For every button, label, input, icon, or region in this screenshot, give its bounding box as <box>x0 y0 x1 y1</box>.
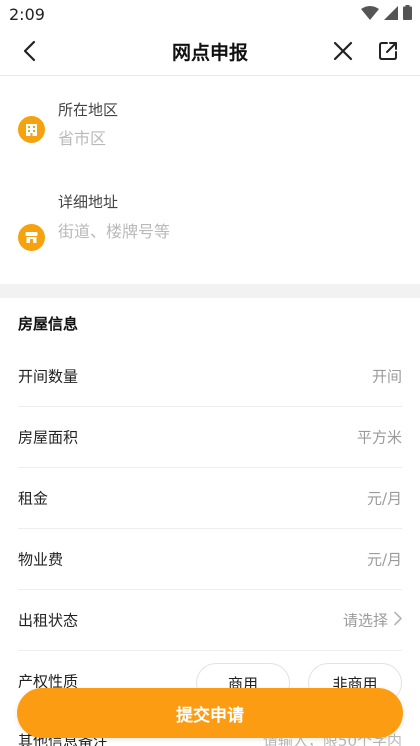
rent-label: 租金 <box>18 489 49 508</box>
wifi-icon <box>361 5 379 24</box>
section-divider <box>0 284 420 298</box>
rent-input[interactable]: 元/月 <box>367 488 402 509</box>
back-button[interactable] <box>14 38 44 68</box>
chevron-right-icon <box>394 611 402 629</box>
region-label: 所在地区 <box>58 101 119 119</box>
rent-row[interactable]: 租金 元/月 <box>18 468 402 529</box>
region-input[interactable]: 省市区 <box>58 125 388 149</box>
area-row[interactable]: 房屋面积 平方米 <box>18 407 402 468</box>
detail-address-row[interactable]: 详细地址 街道、楼牌号等 <box>0 191 420 271</box>
signal-icon <box>384 5 398 24</box>
room-count-label: 开间数量 <box>18 367 79 386</box>
back-arrow-icon <box>22 40 36 66</box>
detail-address-label: 详细地址 <box>58 193 119 211</box>
area-input[interactable]: 平方米 <box>357 427 402 448</box>
close-icon <box>333 41 353 65</box>
address-section: 所在地区 省市区 详细地址 街道、楼牌号等 <box>0 76 420 284</box>
shop-icon <box>18 224 45 251</box>
property-fee-label: 物业费 <box>18 550 64 569</box>
house-info-title: 房屋信息 <box>18 315 79 333</box>
submit-button[interactable]: 提交申请 <box>17 688 403 738</box>
rental-status-label: 出租状态 <box>18 611 79 630</box>
status-icons <box>361 4 412 24</box>
area-label: 房屋面积 <box>18 428 79 447</box>
room-count-row[interactable]: 开间数量 开间 <box>18 346 402 407</box>
detail-address-input[interactable]: 街道、楼牌号等 <box>58 218 388 242</box>
room-count-input[interactable]: 开间 <box>372 366 402 387</box>
property-fee-input[interactable]: 元/月 <box>367 549 402 570</box>
share-external-icon <box>377 40 399 66</box>
close-button[interactable] <box>328 38 358 68</box>
rental-status-value: 请选择 <box>342 611 388 630</box>
share-button[interactable] <box>373 38 403 68</box>
status-bar: 2:09 <box>0 0 420 28</box>
property-fee-row[interactable]: 物业费 元/月 <box>18 529 402 590</box>
region-row[interactable]: 所在地区 省市区 <box>0 96 420 176</box>
rental-status-row[interactable]: 出租状态 请选择 <box>18 590 402 651</box>
battery-icon <box>403 4 412 24</box>
building-icon <box>18 116 45 143</box>
status-time: 2:09 <box>9 4 45 24</box>
rental-status-select[interactable]: 请选择 <box>343 610 402 631</box>
title-bar: 网点申报 <box>0 28 420 76</box>
